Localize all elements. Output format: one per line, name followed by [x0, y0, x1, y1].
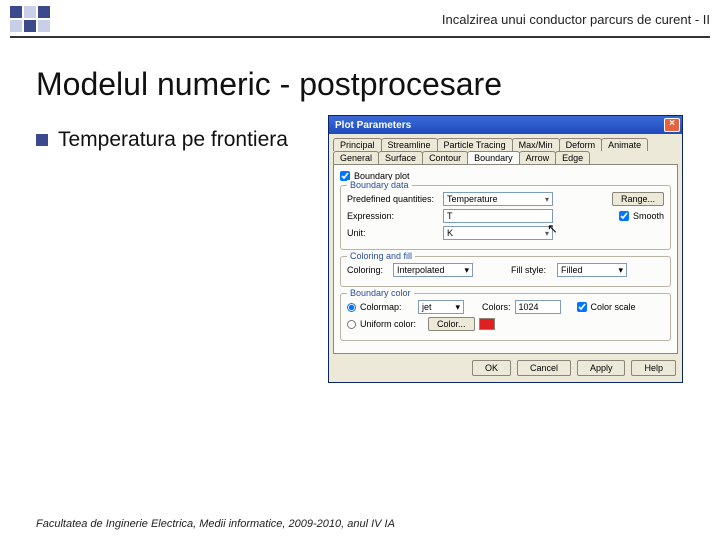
page-title: Modelul numeric - postprocesare — [36, 66, 720, 103]
tab-general[interactable]: General — [333, 151, 379, 164]
square-bullet-icon — [36, 134, 48, 146]
bullet-text: Temperatura pe frontiera — [58, 127, 288, 153]
predef-select[interactable]: Temperature ▾ — [443, 192, 553, 206]
coloring-fill-group: Coloring and fill Coloring: Interpolated… — [340, 256, 671, 287]
colors-value: 1024 — [519, 302, 539, 312]
expr-label: Expression: — [347, 211, 439, 221]
coloring-legend: Coloring and fill — [347, 251, 415, 261]
fill-label: Fill style: — [511, 265, 553, 275]
chevron-down-icon: ▾ — [464, 265, 469, 276]
expr-value: T — [447, 211, 453, 221]
help-button[interactable]: Help — [631, 360, 676, 376]
slide-footer: Facultatea de Inginerie Electrica, Medii… — [36, 518, 395, 530]
logo-icon — [10, 6, 50, 32]
colorscale-checkbox[interactable]: Color scale — [577, 302, 636, 312]
chevron-down-icon: ▾ — [618, 265, 623, 276]
tab-principal[interactable]: Principal — [333, 138, 382, 151]
colors-input[interactable]: 1024 — [515, 300, 561, 314]
plot-parameters-dialog: Plot Parameters × General Surface Contou… — [328, 115, 683, 383]
tab-strip: General Surface Contour Boundary Arrow E… — [329, 134, 682, 164]
close-button[interactable]: × — [664, 118, 680, 132]
chevron-down-icon: ▾ — [545, 195, 549, 204]
content-area: Temperatura pe frontiera Plot Parameters… — [0, 115, 720, 383]
smooth-label: Smooth — [633, 211, 664, 221]
tab-edge[interactable]: Edge — [555, 151, 590, 164]
colors-label: Colors: — [482, 302, 511, 312]
coloring-select[interactable]: Interpolated ▾ — [393, 263, 473, 277]
color-button[interactable]: Color... — [428, 317, 475, 331]
coloring-label: Coloring: — [347, 265, 389, 275]
unit-value: K — [447, 228, 453, 238]
colormap-radio[interactable] — [347, 303, 356, 312]
tab-animate[interactable]: Animate — [601, 138, 648, 151]
dialog-button-bar: OK Cancel Apply Help — [329, 354, 682, 382]
fill-value: Filled — [561, 265, 583, 275]
ok-button[interactable]: OK — [472, 360, 511, 376]
header-title: Incalzirea unui conductor parcurs de cur… — [442, 12, 710, 27]
cancel-button[interactable]: Cancel — [517, 360, 571, 376]
bullet-area: Temperatura pe frontiera — [36, 115, 316, 383]
chevron-down-icon: ▾ — [545, 229, 549, 238]
boundary-color-group: Boundary color Colormap: jet ▾ Colors: 1… — [340, 293, 671, 341]
boundary-data-group: Boundary data Predefined quantities: Tem… — [340, 185, 671, 250]
smooth-check[interactable] — [619, 211, 629, 221]
colorscale-check[interactable] — [577, 302, 587, 312]
boundary-data-legend: Boundary data — [347, 180, 412, 190]
unit-select[interactable]: K ▾ — [443, 226, 553, 240]
tab-deform[interactable]: Deform — [559, 138, 603, 151]
bullet-item: Temperatura pe frontiera — [36, 127, 316, 153]
dialog-title: Plot Parameters — [335, 120, 411, 131]
chevron-down-icon: ▾ — [455, 302, 460, 313]
tab-contour[interactable]: Contour — [422, 151, 468, 164]
tab-arrow[interactable]: Arrow — [519, 151, 557, 164]
smooth-checkbox[interactable]: Smooth — [619, 211, 664, 221]
dialog-titlebar[interactable]: Plot Parameters × — [329, 116, 682, 134]
fill-select[interactable]: Filled ▾ — [557, 263, 627, 277]
apply-button[interactable]: Apply — [577, 360, 626, 376]
tab-maxmin[interactable]: Max/Min — [512, 138, 560, 151]
predef-label: Predefined quantities: — [347, 194, 439, 204]
colormap-label: Colormap: — [360, 302, 414, 312]
colormap-select[interactable]: jet ▾ — [418, 300, 464, 314]
range-button[interactable]: Range... — [612, 192, 664, 206]
tab-particle[interactable]: Particle Tracing — [437, 138, 513, 151]
tab-panel-boundary: Boundary plot Boundary data Predefined q… — [333, 164, 678, 354]
header-rule — [10, 36, 710, 38]
unit-label: Unit: — [347, 228, 439, 238]
uniform-radio[interactable] — [347, 320, 356, 329]
slide-header: Incalzirea unui conductor parcurs de cur… — [0, 0, 720, 36]
uniform-label: Uniform color: — [360, 319, 424, 329]
tab-streamline[interactable]: Streamline — [381, 138, 438, 151]
tab-boundary[interactable]: Boundary — [467, 151, 520, 164]
coloring-value: Interpolated — [397, 265, 445, 275]
color-swatch — [479, 318, 495, 330]
predef-value: Temperature — [447, 194, 498, 204]
colormap-value: jet — [422, 302, 432, 312]
bcolor-legend: Boundary color — [347, 288, 414, 298]
expression-input[interactable]: T — [443, 209, 553, 223]
tab-surface[interactable]: Surface — [378, 151, 423, 164]
colorscale-label: Color scale — [591, 302, 636, 312]
